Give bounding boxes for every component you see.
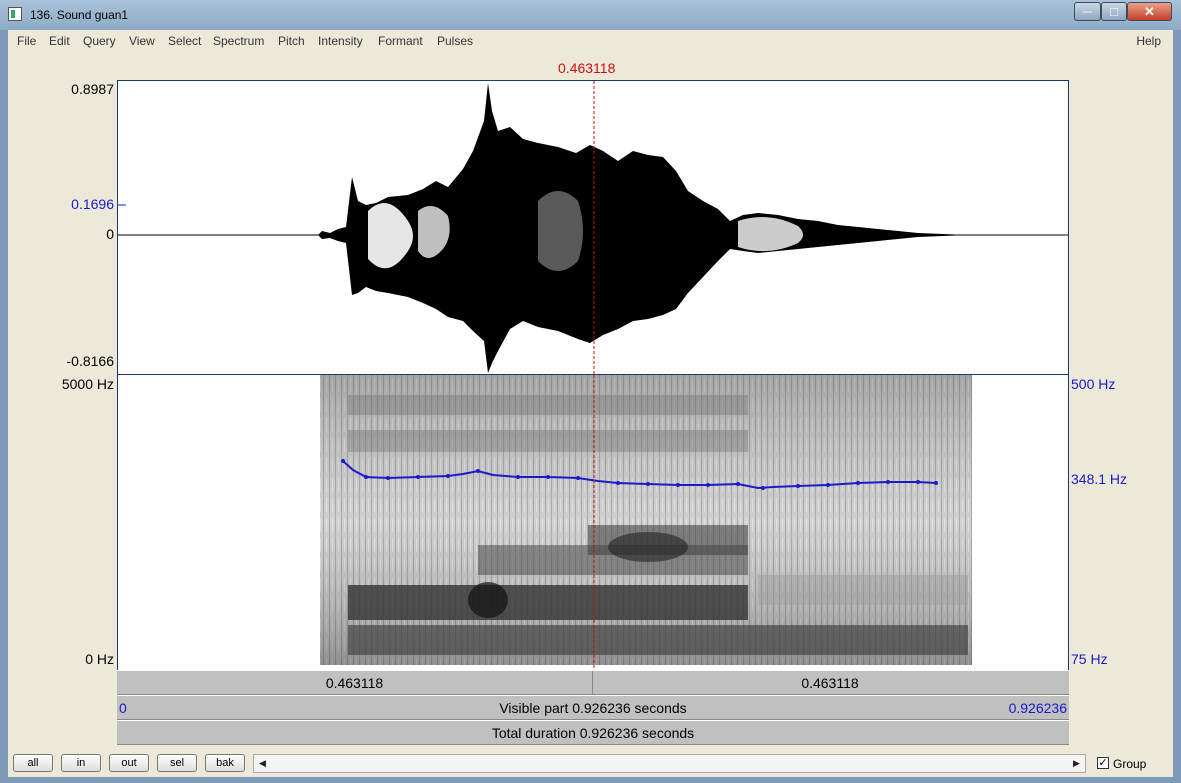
waveform-zero-label: 0: [106, 226, 114, 242]
left-segment[interactable]: 0.463118: [117, 671, 593, 695]
waveform-ymax-label: 0.8987: [71, 81, 114, 97]
group-checkbox[interactable]: ✓: [1097, 757, 1109, 769]
menu-edit[interactable]: Edit: [49, 34, 70, 48]
menu-spectrum[interactable]: Spectrum: [213, 34, 264, 48]
zoom-selection-button[interactable]: sel: [157, 754, 197, 772]
waveform-ymin-label: -0.8166: [66, 353, 114, 369]
waveform-panel[interactable]: [117, 80, 1069, 375]
total-duration-bar[interactable]: Total duration 0.926236 seconds: [117, 720, 1069, 745]
visible-end-label: 0.926236: [1008, 700, 1067, 716]
close-button[interactable]: ✕: [1127, 2, 1172, 21]
group-label: Group: [1113, 757, 1147, 771]
spectrogram-fmax-label: 5000 Hz: [61, 376, 114, 392]
title-bar[interactable]: 136. Sound guan1 ─ □ ✕: [0, 0, 1181, 30]
visible-part-bar[interactable]: 0 Visible part 0.926236 seconds 0.926236: [117, 695, 1069, 720]
minimize-button[interactable]: ─: [1074, 2, 1101, 21]
pitch-min-label: 75 Hz: [1071, 651, 1108, 667]
waveform-cursor-value-label: 0.1696: [71, 196, 114, 212]
zoom-all-button[interactable]: all: [13, 754, 53, 772]
zoom-back-button[interactable]: bak: [205, 754, 245, 772]
cursor-time-label: 0.463118: [558, 60, 616, 76]
menu-view[interactable]: View: [129, 34, 155, 48]
zoom-in-button[interactable]: in: [61, 754, 101, 772]
menu-formant[interactable]: Formant: [378, 34, 423, 48]
scroll-right-icon[interactable]: ▶: [1068, 755, 1085, 772]
sound-editor-window: 136. Sound guan1 ─ □ ✕ File Edit Query V…: [0, 0, 1181, 783]
total-duration-label: Total duration 0.926236 seconds: [491, 725, 695, 741]
menu-pitch[interactable]: Pitch: [278, 34, 305, 48]
right-segment[interactable]: 0.463118: [593, 671, 1067, 695]
spectrogram-graphic: [320, 375, 972, 670]
maximize-button[interactable]: □: [1101, 2, 1127, 21]
menu-query[interactable]: Query: [83, 34, 116, 48]
window-title: 136. Sound guan1: [30, 8, 129, 22]
visible-part-label: Visible part 0.926236 seconds: [499, 700, 687, 716]
app-icon: [8, 7, 22, 21]
menu-pulses[interactable]: Pulses: [437, 34, 473, 48]
menu-file[interactable]: File: [17, 34, 36, 48]
spectrogram-fmin-label: 0 Hz: [85, 651, 114, 667]
horizontal-scrollbar[interactable]: ◀ ▶: [253, 754, 1086, 773]
menu-intensity[interactable]: Intensity: [318, 34, 363, 48]
scroll-left-icon[interactable]: ◀: [254, 755, 271, 772]
right-segment-label: 0.463118: [801, 675, 859, 691]
spectrogram-panel[interactable]: [117, 375, 1069, 670]
waveform-graphic: [118, 81, 1068, 374]
menu-bar: File Edit Query View Select Spectrum Pit…: [8, 30, 1173, 52]
menu-select[interactable]: Select: [168, 34, 201, 48]
bottom-toolbar: all in out sel bak ◀ ▶ ✓ Group: [8, 748, 1173, 777]
pitch-max-label: 500 Hz: [1071, 376, 1116, 392]
editor-client-area: File Edit Query View Select Spectrum Pit…: [8, 30, 1173, 777]
menu-help[interactable]: Help: [1136, 34, 1161, 48]
pitch-current-label: 348.1 Hz: [1071, 471, 1128, 487]
zoom-out-button[interactable]: out: [109, 754, 149, 772]
left-segment-label: 0.463118: [325, 675, 384, 691]
segment-bar: 0.463118 0.463118: [117, 670, 1069, 695]
